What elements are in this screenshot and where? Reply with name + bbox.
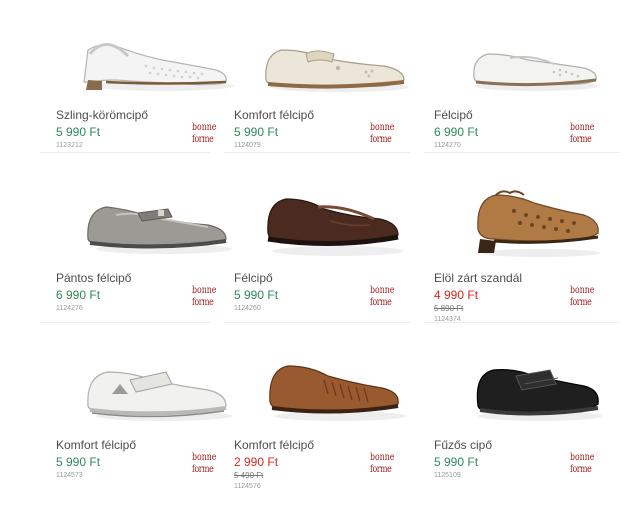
product-code: 1124260 bbox=[234, 305, 261, 312]
logo-line-2: forme bbox=[192, 297, 214, 308]
product-image[interactable] bbox=[254, 187, 424, 267]
product-price: 5 990 Ft bbox=[56, 455, 101, 469]
product-card[interactable]: Szling-körömcipő 5 990 Ft 1123212 bonne f… bbox=[56, 14, 256, 179]
divider bbox=[224, 322, 410, 323]
divider bbox=[40, 322, 210, 323]
product-name[interactable]: Fűzős cipő bbox=[434, 438, 492, 452]
bonne-forme-logo: bonne forme bbox=[570, 452, 597, 488]
product-code: 1124079 bbox=[234, 142, 261, 149]
product-image[interactable] bbox=[454, 24, 624, 104]
logo-line-2: forme bbox=[192, 134, 214, 145]
brown-leather-loafer-icon bbox=[267, 198, 404, 256]
product-name[interactable]: Komfort félcipő bbox=[56, 438, 136, 452]
divider bbox=[40, 152, 210, 153]
bonne-forme-logo: bonne forme bbox=[370, 452, 397, 488]
product-name[interactable]: Pántos félcipő bbox=[56, 271, 131, 285]
product-price: 2 990 Ft bbox=[234, 455, 279, 469]
logo-line-1: bonne bbox=[370, 452, 395, 463]
logo-line-1: bonne bbox=[192, 122, 217, 133]
product-name[interactable]: Félcipő bbox=[434, 108, 473, 122]
product-code: 1124276 bbox=[56, 305, 83, 312]
product-name[interactable]: Félcipő bbox=[234, 271, 273, 285]
product-price: 5 990 Ft bbox=[234, 288, 279, 302]
logo-line-2: forme bbox=[570, 464, 592, 475]
product-price: 6 990 Ft bbox=[56, 288, 101, 302]
product-image[interactable] bbox=[76, 24, 246, 104]
product-image[interactable] bbox=[454, 354, 624, 434]
product-code: 1123212 bbox=[56, 142, 83, 149]
logo-line-2: forme bbox=[192, 464, 214, 475]
product-old-price: 5 890 Ft bbox=[434, 304, 464, 313]
product-price: 6 990 Ft bbox=[434, 125, 479, 139]
product-old-price: 5 490 Ft bbox=[234, 471, 264, 480]
grey-strap-shoe-icon bbox=[87, 206, 232, 254]
cream-strap-shoe-icon bbox=[265, 49, 409, 92]
product-name[interactable]: Komfort félcipő bbox=[234, 438, 314, 452]
product-name[interactable]: Szling-körömcipő bbox=[56, 108, 148, 122]
product-image[interactable] bbox=[76, 187, 246, 267]
product-card[interactable]: Komfort félcipő 2 990 Ft 5 490 Ft 112457… bbox=[234, 344, 434, 509]
logo-line-2: forme bbox=[370, 297, 392, 308]
brown-woven-loafer-icon bbox=[269, 365, 406, 421]
logo-line-1: bonne bbox=[370, 122, 395, 133]
logo-line-2: forme bbox=[570, 297, 592, 308]
product-card[interactable]: Elöl zárt szandál 4 990 Ft 5 890 Ft 1124… bbox=[434, 177, 634, 342]
product-card[interactable]: Pántos félcipő 6 990 Ft 1124276 bonne for… bbox=[56, 177, 256, 342]
white-perforated-loafer-icon bbox=[473, 53, 598, 91]
product-price: 5 990 Ft bbox=[234, 125, 279, 139]
product-card[interactable]: Félcipő 5 990 Ft 1124260 bonne forme bbox=[234, 177, 434, 342]
product-image[interactable] bbox=[454, 187, 624, 267]
white-slingback-shoe-icon bbox=[83, 43, 234, 91]
product-price: 4 990 Ft bbox=[434, 288, 479, 302]
tan-closed-toe-sandal-icon bbox=[477, 190, 600, 257]
logo-line-1: bonne bbox=[370, 285, 395, 296]
product-code: 1125109 bbox=[434, 472, 461, 479]
logo-line-1: bonne bbox=[570, 452, 595, 463]
bonne-forme-logo: bonne forme bbox=[570, 285, 597, 321]
product-image[interactable] bbox=[254, 354, 424, 434]
product-price: 5 990 Ft bbox=[56, 125, 101, 139]
logo-line-1: bonne bbox=[570, 122, 595, 133]
product-name[interactable]: Komfort félcipő bbox=[234, 108, 314, 122]
product-image[interactable] bbox=[76, 354, 246, 434]
logo-line-2: forme bbox=[370, 464, 392, 475]
logo-line-1: bonne bbox=[192, 285, 217, 296]
product-name[interactable]: Elöl zárt szandál bbox=[434, 271, 522, 285]
product-card[interactable]: Fűzős cipő 5 990 Ft 1125109 bonne forme bbox=[434, 344, 634, 509]
bonne-forme-logo: bonne forme bbox=[192, 452, 219, 488]
logo-line-2: forme bbox=[370, 134, 392, 145]
product-card[interactable]: Komfort félcipő 5 990 Ft 1124573 bonne fo… bbox=[56, 344, 256, 509]
product-card[interactable]: Komfort félcipő 5 990 Ft 1124079 bonne fo… bbox=[234, 14, 434, 179]
logo-line-1: bonne bbox=[570, 285, 595, 296]
logo-line-2: forme bbox=[570, 134, 592, 145]
divider bbox=[424, 152, 620, 153]
product-price: 5 990 Ft bbox=[434, 455, 479, 469]
product-code: 1124573 bbox=[56, 472, 83, 479]
divider bbox=[424, 322, 620, 323]
product-card[interactable]: Félcipő 6 990 Ft 1124270 bonne forme bbox=[434, 14, 634, 179]
product-image[interactable] bbox=[254, 24, 424, 104]
logo-line-1: bonne bbox=[192, 452, 217, 463]
bonne-forme-logo: bonne forme bbox=[370, 285, 397, 321]
product-code: 1124576 bbox=[234, 483, 261, 490]
white-velcro-shoe-icon bbox=[87, 371, 232, 421]
product-code: 1124270 bbox=[434, 142, 461, 149]
divider bbox=[224, 152, 410, 153]
black-strap-shoe-icon bbox=[476, 369, 602, 421]
bonne-forme-logo: bonne forme bbox=[192, 285, 219, 321]
